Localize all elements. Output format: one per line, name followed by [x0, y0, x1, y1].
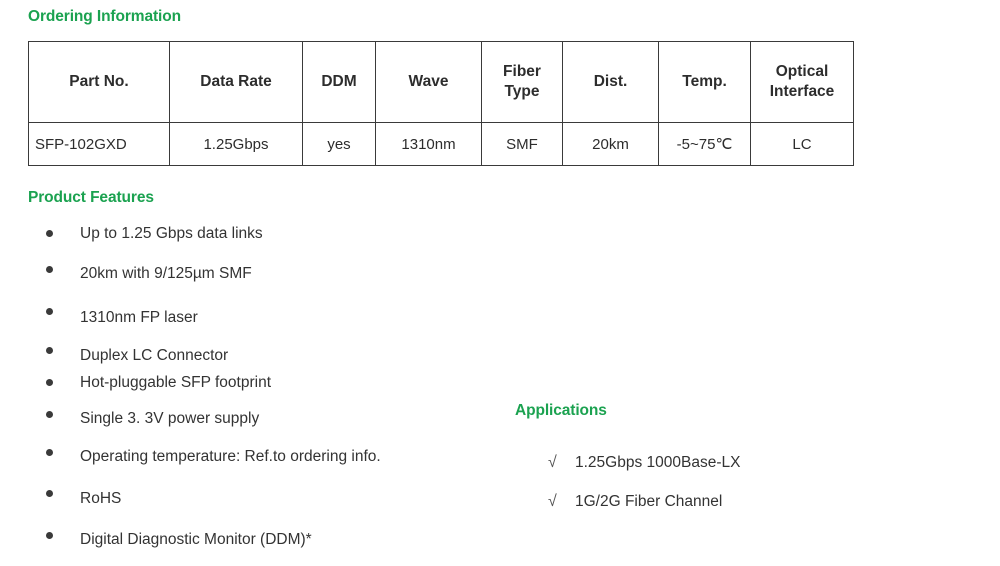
- bullet-icon: [46, 230, 53, 237]
- list-item: 20km with 9/125µm SMF: [28, 248, 498, 290]
- product-features-list: Up to 1.25 Gbps data links 20km with 9/1…: [28, 219, 498, 556]
- cell-optical-interface: LC: [750, 122, 854, 166]
- column-header-temp: Temp.: [658, 41, 751, 123]
- table-header-row: Part No. Data Rate DDM Wave Fiber Type D…: [28, 41, 854, 123]
- column-header-line-1: DDM: [321, 72, 357, 90]
- bullet-icon: [46, 531, 53, 539]
- cell-ddm: yes: [302, 122, 376, 166]
- bullet-icon: [46, 265, 53, 273]
- column-header-line-2: Interface: [769, 83, 835, 100]
- bullet-icon: [46, 379, 53, 386]
- bullet-icon: [46, 490, 53, 497]
- column-header-line-1: Fiber: [503, 62, 541, 80]
- column-header-optical-interface: Optical Interface: [750, 41, 854, 123]
- ordering-information-heading: Ordering Information: [28, 8, 182, 25]
- applications-heading: Applications: [515, 402, 607, 419]
- checkmark-icon: √: [548, 454, 557, 471]
- list-item: Duplex LC Connector: [28, 333, 498, 368]
- list-item: Up to 1.25 Gbps data links: [28, 219, 498, 248]
- feature-text: Up to 1.25 Gbps data links: [80, 225, 263, 242]
- column-header-data-rate: Data Rate: [169, 41, 303, 123]
- list-item: Hot-pluggable SFP footprint: [28, 368, 498, 397]
- feature-text: Single 3. 3V power supply: [80, 410, 260, 427]
- column-header-line-1: Data Rate: [200, 72, 272, 90]
- application-text: 1G/2G Fiber Channel: [575, 493, 723, 510]
- column-header-line-1: Wave: [408, 72, 449, 90]
- list-item: √ 1.25Gbps 1000Base-LX: [515, 443, 915, 482]
- feature-text: 20km with 9/125µm SMF: [80, 265, 252, 282]
- feature-text: 1310nm FP laser: [80, 309, 198, 326]
- column-header-line-1: Optical: [775, 62, 829, 80]
- feature-text: Operating temperature: Ref.to ordering i…: [80, 448, 381, 465]
- bullet-icon: [46, 308, 53, 315]
- bullet-icon: [46, 347, 53, 354]
- cell-data-rate: 1.25Gbps: [169, 122, 303, 166]
- cell-temp: -5~75℃: [658, 122, 751, 166]
- column-header-part-no: Part No.: [28, 41, 170, 123]
- cell-fiber-type: SMF: [481, 122, 563, 166]
- bullet-icon: [46, 410, 53, 418]
- application-text: 1.25Gbps 1000Base-LX: [575, 454, 741, 471]
- cell-dist: 20km: [562, 122, 659, 166]
- checkmark-icon: √: [548, 493, 557, 510]
- applications-list: √ 1.25Gbps 1000Base-LX √ 1G/2G Fiber Cha…: [515, 443, 915, 521]
- feature-text: RoHS: [80, 490, 122, 507]
- table-row: SFP-102GXD 1.25Gbps yes 1310nm SMF 20km …: [28, 122, 854, 166]
- feature-text: Duplex LC Connector: [80, 347, 229, 364]
- list-item: Operating temperature: Ref.to ordering i…: [28, 431, 498, 473]
- column-header-dist: Dist.: [562, 41, 659, 123]
- list-item: RoHS: [28, 473, 498, 514]
- column-header-line-1: Temp.: [682, 72, 727, 90]
- feature-text: Hot-pluggable SFP footprint: [80, 374, 271, 391]
- column-header-ddm: DDM: [302, 41, 376, 123]
- list-item: Single 3. 3V power supply: [28, 397, 498, 431]
- list-item: √ 1G/2G Fiber Channel: [515, 482, 915, 521]
- cell-part-no: SFP-102GXD: [28, 122, 170, 166]
- cell-wave: 1310nm: [375, 122, 482, 166]
- list-item: 1310nm FP laser: [28, 290, 498, 333]
- ordering-information-table: Part No. Data Rate DDM Wave Fiber Type D…: [28, 41, 854, 166]
- list-item: Digital Diagnostic Monitor (DDM)*: [28, 514, 498, 556]
- feature-text: Digital Diagnostic Monitor (DDM)*: [80, 531, 312, 548]
- bullet-icon: [46, 448, 53, 456]
- column-header-wave: Wave: [375, 41, 482, 123]
- column-header-line-1: Part No.: [69, 72, 129, 90]
- column-header-line-2: Type: [504, 83, 540, 100]
- column-header-line-1: Dist.: [593, 72, 628, 90]
- column-header-fiber-type: Fiber Type: [481, 41, 563, 123]
- product-features-heading: Product Features: [28, 189, 154, 206]
